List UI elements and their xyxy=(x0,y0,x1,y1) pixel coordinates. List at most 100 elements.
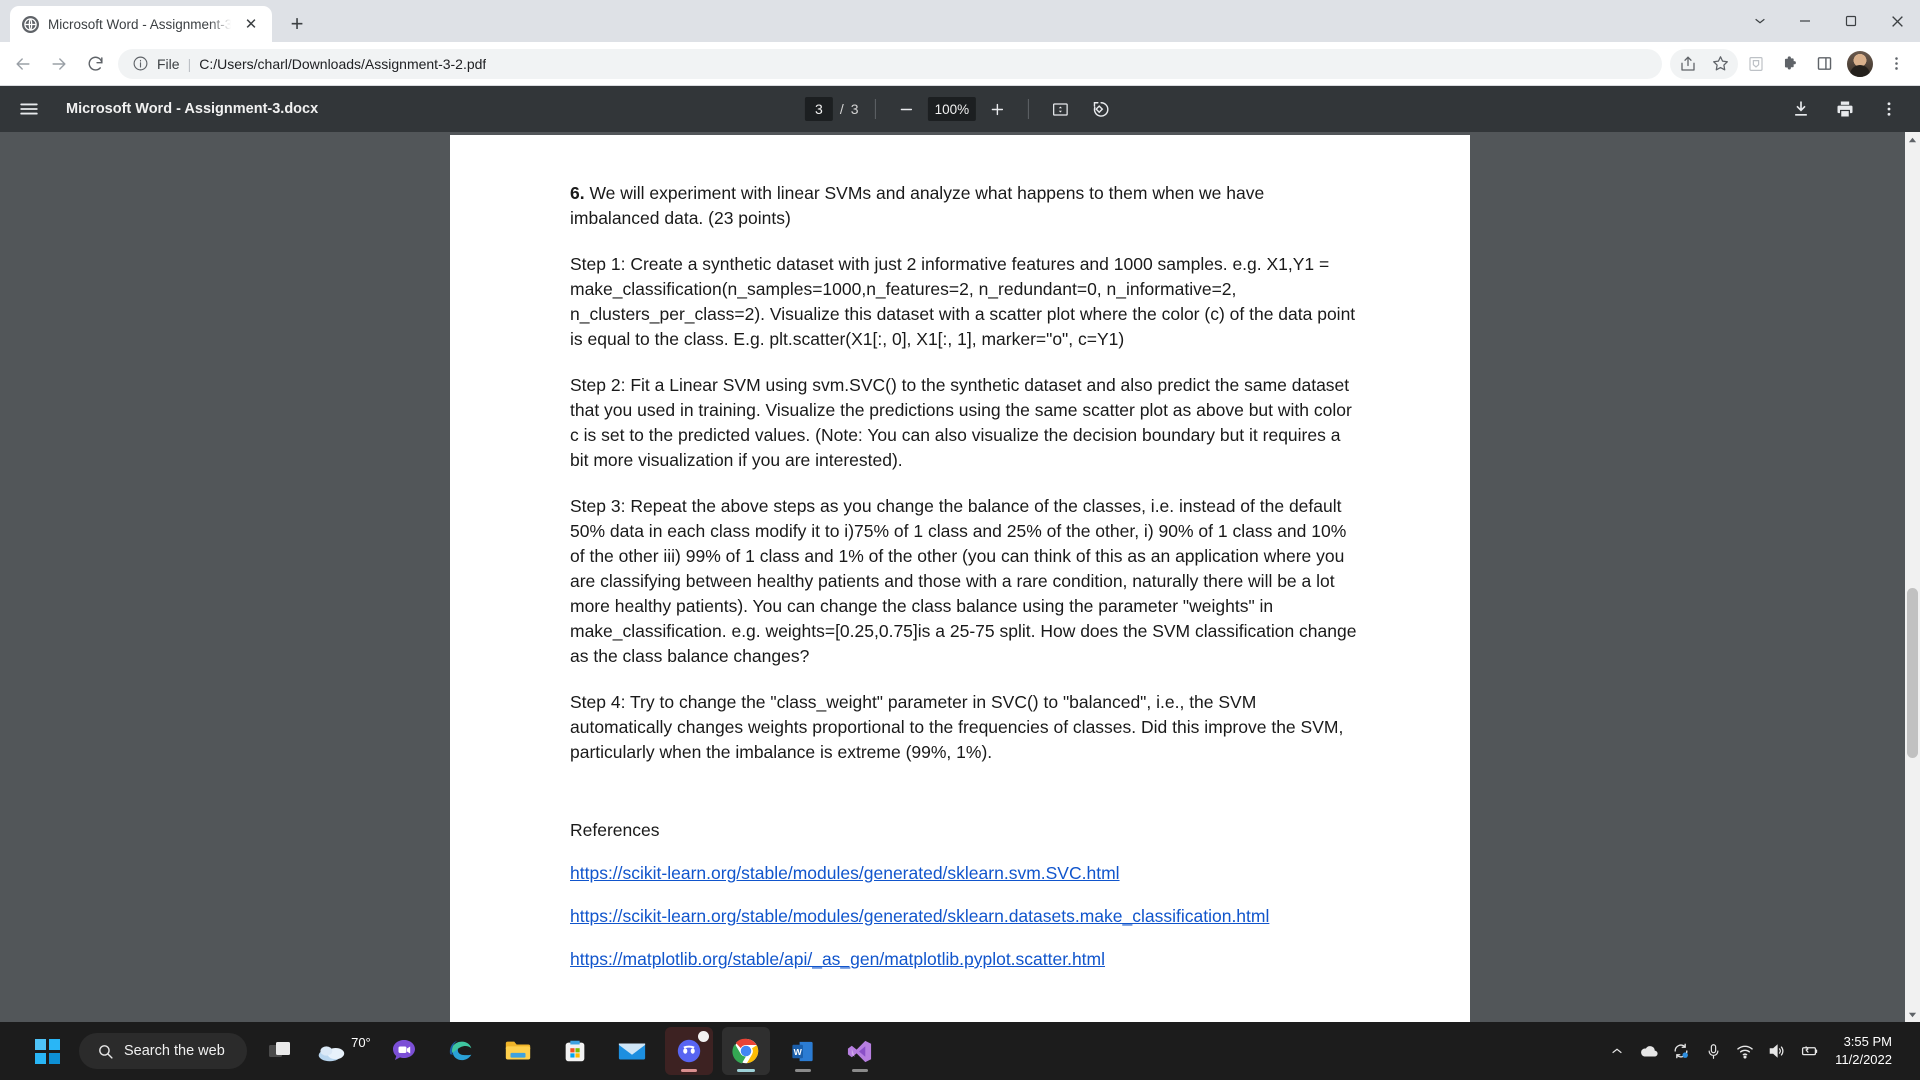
discord-icon[interactable] xyxy=(664,1027,713,1075)
show-hidden-icons-chevron[interactable] xyxy=(1601,1030,1633,1072)
chevron-down-icon[interactable] xyxy=(1738,0,1782,42)
volume-icon[interactable] xyxy=(1761,1030,1793,1072)
total-pages-label: 3 xyxy=(850,101,859,117)
fit-to-page-icon[interactable] xyxy=(1045,94,1075,124)
page-info-icon[interactable] xyxy=(132,55,149,72)
close-window-button[interactable] xyxy=(1874,0,1920,42)
zoom-in-button[interactable] xyxy=(982,94,1012,124)
rotate-counterclockwise-icon[interactable] xyxy=(1085,94,1115,124)
microphone-icon[interactable] xyxy=(1697,1030,1729,1072)
pdf-viewport[interactable]: 6. We will experiment with linear SVMs a… xyxy=(0,132,1920,1022)
pdf-page-3: 6. We will experiment with linear SVMs a… xyxy=(450,135,1470,1022)
step-1-paragraph: Step 1: Create a synthetic dataset with … xyxy=(570,254,1356,349)
pdf-page-and-zoom-controls: 3 / 3 100% xyxy=(804,94,1115,124)
globe-icon xyxy=(22,15,39,33)
chat-icon[interactable] xyxy=(380,1027,428,1075)
current-page-input[interactable]: 3 xyxy=(804,97,833,121)
back-button[interactable] xyxy=(6,47,40,81)
chrome-browser-window: Microsoft Word - Assignment-3.d ✕ + File… xyxy=(0,0,1920,1080)
pdf-viewer-toolbar: Microsoft Word - Assignment-3.docx 3 / 3… xyxy=(0,86,1920,132)
profile-avatar[interactable] xyxy=(1847,50,1873,77)
step-2-paragraph: Step 2: Fit a Linear SVM using svm.SVC()… xyxy=(570,375,1352,470)
question-number: 6. xyxy=(570,183,585,203)
reference-link-make-classification[interactable]: https://scikit-learn.org/stable/modules/… xyxy=(570,906,1269,927)
system-tray: 3:55 PM 11/2/2022 xyxy=(1601,1030,1912,1072)
reference-link-matplotlib-scatter[interactable]: https://matplotlib.org/stable/api/_as_ge… xyxy=(570,949,1105,970)
print-icon[interactable] xyxy=(1830,94,1860,124)
clock-date: 11/2/2022 xyxy=(1835,1052,1892,1067)
file-explorer-icon[interactable] xyxy=(494,1027,542,1075)
search-icon xyxy=(97,1043,114,1060)
windows-taskbar: Search the web 70° W 3:55 PM 11/2/2022 xyxy=(0,1022,1920,1080)
maximize-button[interactable] xyxy=(1828,0,1874,42)
app-running-underline xyxy=(736,1069,755,1072)
microsoft-edge-icon[interactable] xyxy=(437,1027,485,1075)
visual-studio-icon[interactable] xyxy=(836,1027,884,1075)
mail-icon[interactable] xyxy=(608,1027,656,1075)
app-running-underline xyxy=(794,1069,811,1072)
browser-tab[interactable]: Microsoft Word - Assignment-3.d ✕ xyxy=(10,6,272,42)
svg-text:W: W xyxy=(794,1046,803,1056)
question-6-text: We will experiment with linear SVMs and … xyxy=(570,183,1265,228)
question-6-paragraph: 6. We will experiment with linear SVMs a… xyxy=(570,181,1358,231)
file-scheme-label: File xyxy=(157,55,180,72)
scroll-up-arrow[interactable] xyxy=(1905,132,1920,148)
chrome-menu-kebab-icon[interactable] xyxy=(1880,48,1912,80)
onedrive-icon[interactable] xyxy=(1633,1030,1665,1072)
sync-icon[interactable] xyxy=(1665,1030,1697,1072)
tab-title: Microsoft Word - Assignment-3.d xyxy=(48,16,231,32)
references-heading: References xyxy=(570,820,660,840)
extensions-puzzle-icon[interactable] xyxy=(1774,48,1806,80)
clock-time: 3:55 PM xyxy=(1843,1034,1892,1049)
scroll-down-arrow[interactable] xyxy=(1905,1006,1920,1022)
weather-temperature: 70° xyxy=(351,1035,371,1050)
discord-notification-badge xyxy=(697,1031,709,1042)
microsoft-store-icon[interactable] xyxy=(551,1027,599,1075)
taskbar-left-group: Search the web 70° W xyxy=(8,1027,884,1075)
step-4-paragraph: Step 4: Try to change the "class_weight"… xyxy=(570,692,1344,762)
pdf-document-title: Microsoft Word - Assignment-3.docx xyxy=(66,101,319,117)
search-input[interactable]: Search the web xyxy=(79,1033,247,1069)
sidepanel-icon[interactable] xyxy=(1808,48,1840,80)
pdf-scrollbar[interactable] xyxy=(1905,132,1920,1022)
omnibox-separator: | xyxy=(187,55,192,72)
search-placeholder-label: Search the web xyxy=(124,1043,225,1059)
page-separator: / xyxy=(839,101,844,117)
toolbar-divider-2 xyxy=(1028,99,1030,119)
taskbar-clock[interactable]: 3:55 PM 11/2/2022 xyxy=(1835,1033,1898,1069)
address-bar-url: C:/Users/charl/Downloads/Assignment-3-2.… xyxy=(199,55,487,72)
pdf-toolbar-right-actions xyxy=(1786,94,1904,124)
toolbar-divider-1 xyxy=(874,99,876,119)
weather-widget[interactable]: 70° xyxy=(317,1027,371,1075)
step-3-paragraph: Step 3: Repeat the above steps as you ch… xyxy=(570,496,1357,666)
reference-link-sklearn-svc[interactable]: https://scikit-learn.org/stable/modules/… xyxy=(570,863,1120,884)
google-chrome-icon[interactable] xyxy=(721,1027,770,1075)
reading-mode-icon[interactable] xyxy=(1740,48,1772,80)
bookmark-star-icon[interactable] xyxy=(1704,48,1736,80)
more-vertical-icon[interactable] xyxy=(1874,94,1904,124)
share-icon[interactable] xyxy=(1672,48,1704,80)
tab-close-icon[interactable]: ✕ xyxy=(240,13,262,35)
windows-start-icon[interactable] xyxy=(26,1030,68,1072)
app-running-underline xyxy=(680,1069,697,1072)
omnibox-action-pill xyxy=(1670,48,1738,80)
scrollbar-thumb[interactable] xyxy=(1907,588,1918,758)
battery-charging-icon[interactable] xyxy=(1793,1030,1825,1072)
tab-strip: Microsoft Word - Assignment-3.d ✕ + xyxy=(0,0,1920,42)
zoom-out-button[interactable] xyxy=(892,94,922,124)
browser-toolbar: File | C:/Users/charl/Downloads/Assignme… xyxy=(0,42,1920,86)
minimize-button[interactable] xyxy=(1782,0,1828,42)
address-bar[interactable]: File | C:/Users/charl/Downloads/Assignme… xyxy=(118,48,1662,79)
download-icon[interactable] xyxy=(1786,94,1816,124)
microsoft-word-icon[interactable]: W xyxy=(779,1027,827,1075)
scrollbar-track[interactable] xyxy=(1905,148,1920,1006)
app-running-underline xyxy=(851,1069,868,1072)
reload-button[interactable] xyxy=(78,47,112,81)
window-controls xyxy=(1738,0,1920,42)
forward-button[interactable] xyxy=(42,47,76,81)
hamburger-menu-icon[interactable] xyxy=(14,94,44,124)
zoom-level-input[interactable]: 100% xyxy=(927,97,977,121)
wifi-icon[interactable] xyxy=(1729,1030,1761,1072)
new-tab-button[interactable]: + xyxy=(280,7,314,41)
task-view-icon[interactable] xyxy=(256,1027,304,1075)
